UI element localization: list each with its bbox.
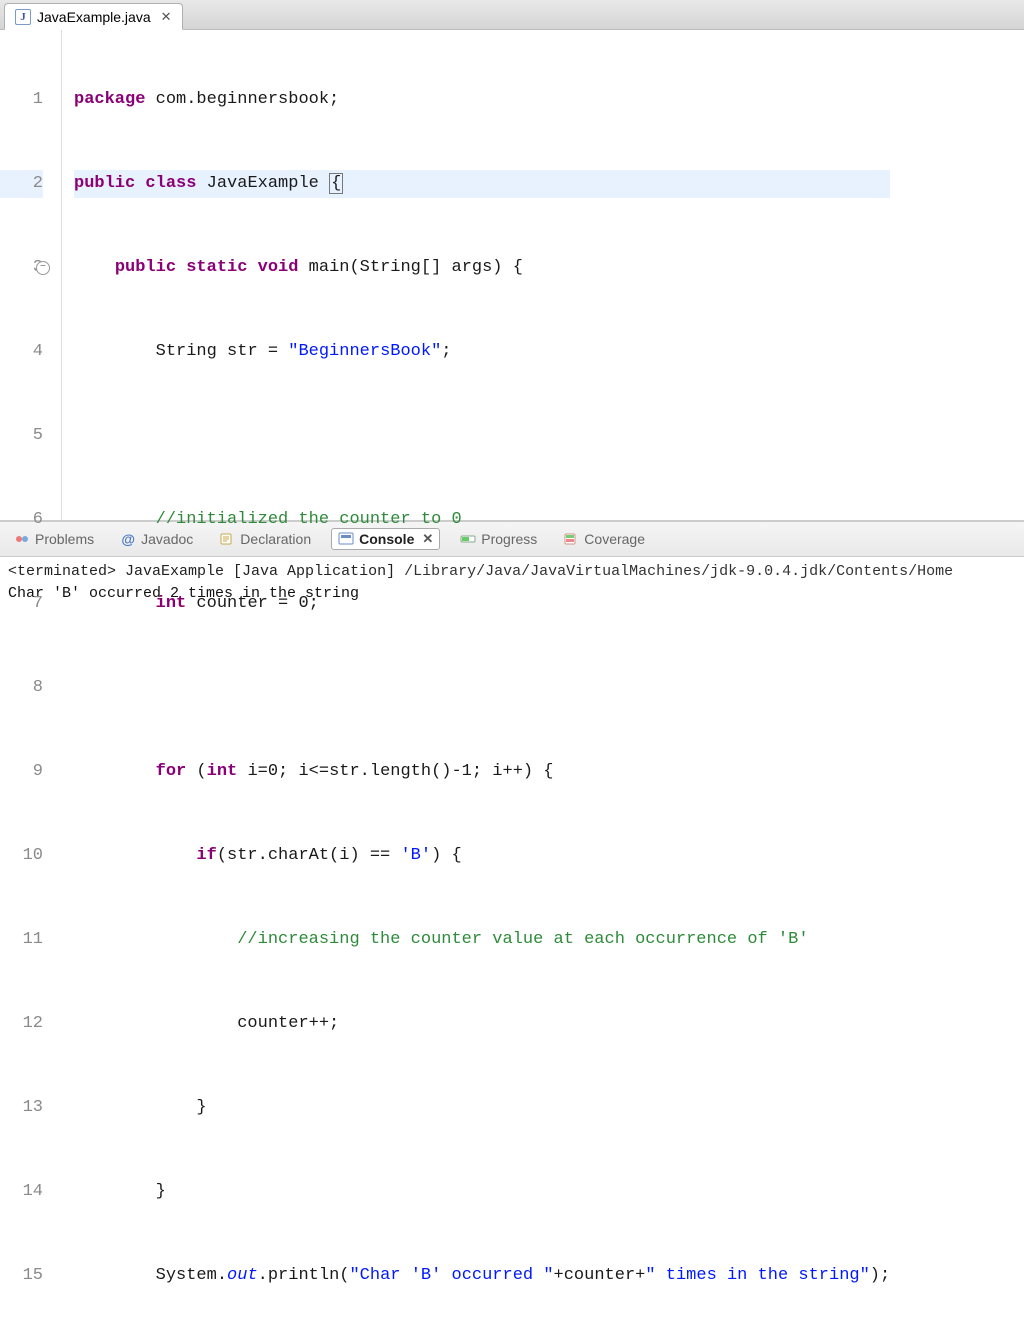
line-number: 9 [0,758,43,786]
code-line: package com.beginnersbook; [74,86,890,114]
code-content[interactable]: package com.beginnersbook; public class … [62,30,890,520]
line-number: 7 [0,590,43,618]
line-number: 10 [0,842,43,870]
code-line: if(str.charAt(i) == 'B') { [74,842,890,870]
code-line: int counter = 0; [74,590,890,618]
code-line: counter++; [74,1010,890,1038]
code-line: //increasing the counter value at each o… [74,926,890,954]
fold-toggle-icon[interactable]: − [36,261,50,275]
editor-tab[interactable]: J JavaExample.java ✕ [4,3,183,30]
line-number: 5 [0,422,43,450]
line-number: 6 [0,506,43,534]
code-line: public class JavaExample { [74,170,890,198]
line-number: 15 [0,1262,43,1290]
line-number: 11 [0,926,43,954]
code-line: String str = "BeginnersBook"; [74,338,890,366]
line-number: 14 [0,1178,43,1206]
code-line: public static void main(String[] args) { [74,254,890,282]
line-number: 13 [0,1094,43,1122]
java-file-icon: J [15,9,31,25]
editor-tab-bar: J JavaExample.java ✕ [0,0,1024,30]
code-line: System.out.println("Char 'B' occurred "+… [74,1262,890,1290]
line-number: 4 [0,338,43,366]
line-number: 8 [0,674,43,702]
code-line: //initialized the counter to 0 [74,506,890,534]
code-line: for (int i=0; i<=str.length()-1; i++) { [74,758,890,786]
line-number: 1 [0,86,43,114]
code-line [74,674,890,702]
code-line: } [74,1178,890,1206]
close-tab-icon[interactable]: ✕ [161,9,172,25]
code-line [74,422,890,450]
line-number: 12 [0,1010,43,1038]
code-line: } [74,1094,890,1122]
editor-tab-filename: JavaExample.java [37,9,151,25]
line-number-gutter: 1 2 3− 4 5 6 7 8 9 10 11 12 13 14 15 16 … [0,30,62,520]
code-editor[interactable]: 1 2 3− 4 5 6 7 8 9 10 11 12 13 14 15 16 … [0,30,1024,520]
line-number: 2 [0,170,43,198]
line-number: 3− [0,254,43,282]
